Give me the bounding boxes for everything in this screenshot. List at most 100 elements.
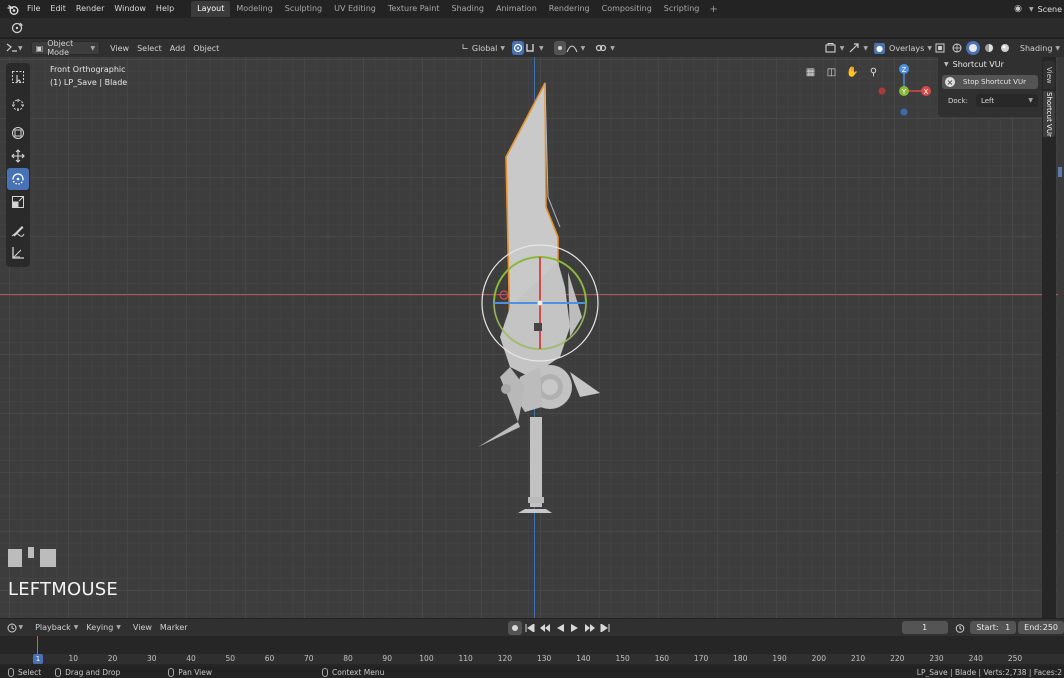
frame-tick-label: 240 xyxy=(968,654,983,663)
chevron-down-icon: ▼ xyxy=(116,624,121,631)
play-icon[interactable] xyxy=(568,621,582,635)
end-value: 250 xyxy=(1042,623,1059,632)
playhead-line[interactable] xyxy=(37,636,38,654)
tab-layout[interactable]: Layout xyxy=(191,1,231,17)
proportional-edit-icon[interactable] xyxy=(553,41,566,55)
editor-type-icon[interactable] xyxy=(6,41,18,55)
menu-help[interactable]: Help xyxy=(151,0,179,18)
menu-object[interactable]: Object xyxy=(189,41,223,55)
jump-start-icon[interactable] xyxy=(523,621,537,635)
overlays-toggle[interactable]: ● Overlays ▼ xyxy=(872,41,934,55)
collapse-triangle-icon: ▼ xyxy=(944,60,949,68)
menu-view[interactable]: View xyxy=(106,41,133,55)
chevron-down-icon: ▼ xyxy=(18,624,24,631)
marker-menu[interactable]: Marker xyxy=(156,621,192,635)
transform-tool-icon[interactable] xyxy=(7,122,29,144)
frame-tick-label: 30 xyxy=(147,654,157,663)
rotate-tool-icon[interactable] xyxy=(7,168,29,190)
pan-hand-icon[interactable]: ✋ xyxy=(844,64,861,81)
measure-tool-icon[interactable] xyxy=(7,242,29,264)
chevron-down-icon: ▼ xyxy=(538,44,544,52)
shading-dropdown[interactable]: Shading ▼ xyxy=(1016,41,1064,55)
start-value: 1 xyxy=(1005,623,1011,632)
menu-edit[interactable]: Edit xyxy=(45,0,71,18)
tab-texture-paint[interactable]: Texture Paint xyxy=(382,1,446,17)
tool-settings-bar xyxy=(0,18,1064,38)
frame-tick-label: 160 xyxy=(654,654,670,663)
shading-mode-group xyxy=(950,41,1012,55)
mouse-left-icon xyxy=(8,667,14,677)
material-shading-icon[interactable] xyxy=(982,41,996,55)
transform-orientation-dropdown[interactable]: ∟ Global ▼ xyxy=(457,41,509,55)
xray-toggle-icon[interactable] xyxy=(934,41,946,55)
tab-animation[interactable]: Animation xyxy=(490,1,543,17)
close-icon: × xyxy=(945,77,955,87)
tab-view[interactable]: View xyxy=(1043,61,1055,89)
dock-dropdown[interactable]: Left ▼ xyxy=(975,94,1038,107)
menu-file[interactable]: File xyxy=(22,0,45,18)
tab-modeling[interactable]: Modeling xyxy=(230,1,278,17)
view-object-types-icon[interactable] xyxy=(825,41,837,55)
menu-select[interactable]: Select xyxy=(133,41,166,55)
annotate-tool-icon[interactable] xyxy=(7,219,29,241)
move-tool-icon[interactable] xyxy=(7,145,29,167)
cursor-tool-icon[interactable] xyxy=(7,94,29,116)
record-icon[interactable] xyxy=(507,620,522,635)
frame-tick-label: 230 xyxy=(929,654,944,663)
sidebar-tabs: View Shortcut VUr xyxy=(1042,57,1056,618)
rotate-gizmo[interactable] xyxy=(476,243,606,369)
rendered-shading-icon[interactable] xyxy=(998,41,1012,55)
object-mode-dropdown[interactable]: ▣ Object Mode ▼ xyxy=(30,39,101,57)
camera-view-icon[interactable]: ◫ xyxy=(823,64,840,81)
tab-shortcut-vur[interactable]: Shortcut VUr xyxy=(1043,91,1055,137)
frame-tick-label: 40 xyxy=(186,654,196,663)
timeline-header: ▼ Playback ▼ Keying ▼ View Marker 1 Start:… xyxy=(0,618,1064,636)
menu-add[interactable]: Add xyxy=(166,41,190,55)
timeline-view-menu[interactable]: View xyxy=(129,621,156,635)
viewport-nav-buttons: ▦ ◫ ✋ ⚲ xyxy=(802,64,882,81)
playback-menu[interactable]: Playback ▼ xyxy=(31,621,82,635)
playhead-frame[interactable]: 1 xyxy=(33,654,43,664)
play-reverse-icon[interactable] xyxy=(553,621,567,635)
add-workspace-button[interactable]: + xyxy=(705,4,721,15)
menu-render[interactable]: Render xyxy=(71,0,109,18)
next-keyframe-icon[interactable] xyxy=(583,621,597,635)
tab-compositing[interactable]: Compositing xyxy=(596,1,658,17)
end-frame-field[interactable]: End: 250 xyxy=(1018,621,1064,634)
current-frame-field[interactable]: 1 xyxy=(901,621,948,634)
tab-rendering[interactable]: Rendering xyxy=(543,1,596,17)
falloff-curve-icon[interactable] xyxy=(566,41,578,55)
panel-header[interactable]: ▼ Shortcut VUr xyxy=(938,57,1042,71)
grid-view-icon[interactable]: ▦ xyxy=(802,64,819,81)
snap-icon[interactable] xyxy=(524,41,536,55)
stop-shortcut-button[interactable]: × Stop Shortcut VUr xyxy=(942,75,1038,89)
tab-uv-editing[interactable]: UV Editing xyxy=(328,1,382,17)
select-box-tool-icon[interactable] xyxy=(7,66,29,88)
playback-controls xyxy=(507,620,612,635)
frame-tick-label: 170 xyxy=(693,654,709,663)
frame-tick-label: 10 xyxy=(68,654,79,663)
pivot-point-icon[interactable] xyxy=(512,41,524,55)
clock-icon[interactable] xyxy=(6,621,18,635)
tab-scripting[interactable]: Scripting xyxy=(658,1,706,17)
scene-selector[interactable]: ◉ ▼ Scene xyxy=(1014,0,1064,18)
tab-shading[interactable]: Shading xyxy=(445,1,490,17)
scale-tool-icon[interactable] xyxy=(7,191,29,213)
stopwatch-icon[interactable] xyxy=(954,621,966,635)
3d-viewport[interactable]: Front Orthographic (1) LP_Save | Blade ▦… xyxy=(0,57,1064,618)
tab-sculpting[interactable]: Sculpting xyxy=(279,1,328,17)
blender-logo-icon[interactable] xyxy=(4,0,22,18)
gizmo-toggle-icon[interactable] xyxy=(848,41,860,55)
start-frame-field[interactable]: Start: 1 xyxy=(970,621,1017,634)
prev-keyframe-icon[interactable] xyxy=(538,621,552,635)
axis-navigation-gizmo[interactable]: Z X Y xyxy=(874,62,934,118)
link-icon[interactable] xyxy=(595,41,607,55)
menu-window[interactable]: Window xyxy=(109,0,151,18)
keying-menu[interactable]: Keying ▼ xyxy=(82,621,125,635)
jump-end-icon[interactable] xyxy=(598,621,612,635)
solid-shading-icon[interactable] xyxy=(965,41,980,55)
wireframe-shading-icon[interactable] xyxy=(950,41,964,55)
chevron-down-icon: ▼ xyxy=(927,44,932,52)
panel-title: Shortcut VUr xyxy=(952,59,1004,69)
rotate-tool-icon[interactable] xyxy=(8,20,26,36)
